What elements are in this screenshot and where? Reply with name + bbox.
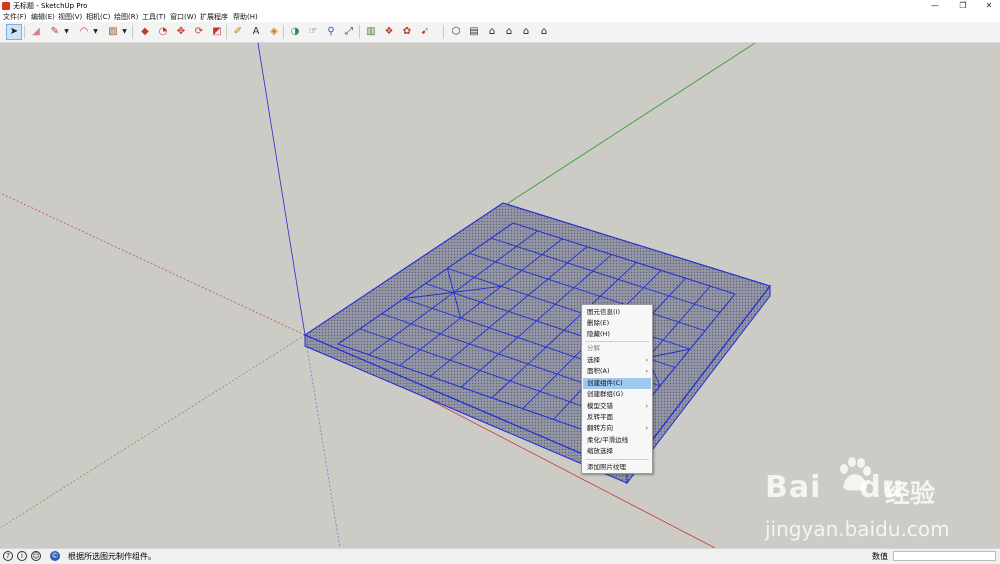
ctx-add-photo-texture[interactable]: 添加照片纹理 [583, 462, 651, 473]
window-title: 无标题 - SketchUp Pro [13, 2, 88, 10]
measurements-label: 数值 [872, 552, 888, 561]
menu-view[interactable]: 视图(V) [58, 12, 82, 22]
arc-dropdown-icon[interactable]: ▼ [92, 24, 99, 40]
green-axis-negative [0, 334, 306, 529]
menu-extensions[interactable]: 扩展程序 [200, 12, 228, 22]
share-model-icon[interactable]: ✿ [399, 24, 415, 40]
title-bar: 无标题 - SketchUp Pro — ❐ ✕ [0, 0, 1000, 12]
menu-tools[interactable]: 工具(T) [142, 12, 166, 22]
ctx-intersect-faces[interactable]: 模型交错 › [583, 401, 651, 412]
menu-file[interactable]: 文件(F) [3, 12, 27, 22]
left-view-icon[interactable]: ⌂ [536, 24, 552, 40]
pencil-icon[interactable]: ✎ [47, 24, 63, 40]
ctx-area[interactable]: 面积(A) › [583, 366, 651, 377]
paint-bucket-icon[interactable]: ◈ [266, 24, 282, 40]
toolbar-separator [24, 25, 25, 39]
submenu-arrow-icon: › [645, 357, 648, 364]
status-message: 根据所选图元制作组件。 [68, 552, 156, 561]
arc-icon[interactable]: ◠ [76, 24, 92, 40]
iso-view-icon[interactable]: ⬡ [448, 24, 464, 40]
layout-icon[interactable]: ➹ [417, 24, 433, 40]
blue-axis-positive [257, 43, 306, 336]
toolbar-separator [359, 25, 360, 39]
restore-button[interactable]: ❐ [950, 0, 976, 12]
push-pull-icon[interactable]: ◆ [137, 24, 153, 40]
ctx-reverse-faces[interactable]: 反转平面 [583, 412, 651, 423]
watermark-url: jingyan.baidu.com [765, 517, 950, 541]
text-icon[interactable]: A [248, 24, 264, 40]
orbit-icon[interactable]: ◑ [287, 24, 303, 40]
ctx-delete[interactable]: 删除(E) [583, 318, 651, 329]
ctx-entity-info[interactable]: 图元信息(I) [583, 307, 651, 318]
submenu-arrow-icon: › [645, 403, 648, 410]
menu-draw[interactable]: 绘图(R) [114, 12, 138, 22]
help-icon[interactable]: ? [3, 551, 13, 561]
close-button[interactable]: ✕ [976, 0, 1000, 12]
minimize-button[interactable]: — [922, 0, 948, 12]
menu-help[interactable]: 帮助(H) [233, 12, 258, 22]
rectangle-icon[interactable]: ▨ [105, 24, 121, 40]
tape-measure-icon[interactable]: ✐ [230, 24, 246, 40]
rectangle-dropdown-icon[interactable]: ▼ [121, 24, 128, 40]
sketchup-app-icon [2, 2, 10, 10]
pencil-dropdown-icon[interactable]: ▼ [63, 24, 70, 40]
ctx-soften-edges[interactable]: 柔化/平滑边线 [583, 435, 651, 446]
ctx-make-component[interactable]: 创建组件(C) [583, 378, 651, 389]
back-view-icon[interactable]: ⌂ [518, 24, 534, 40]
select-arrow-icon[interactable]: ➤ [6, 24, 22, 40]
submenu-arrow-icon: › [645, 425, 648, 432]
red-axis-negative [0, 192, 306, 336]
scale-icon[interactable]: ◩ [209, 24, 225, 40]
context-menu: 图元信息(I) 删除(E) 隐藏(H) 分解 选择 › 面积(A) › 创建组件(C… [581, 304, 653, 474]
ctx-select[interactable]: 选择 › [583, 355, 651, 366]
follow-me-icon[interactable]: ◔ [155, 24, 171, 40]
menu-bar: 文件(F) 编辑(E) 视图(V) 相机(C) 绘图(R) 工具(T) 窗口(W… [0, 12, 1000, 22]
front-view-icon[interactable]: ⌂ [484, 24, 500, 40]
menu-camera[interactable]: 相机(C) [86, 12, 110, 22]
toolbar-separator [132, 25, 133, 39]
user-icon[interactable]: ☺ [31, 551, 41, 561]
right-view-icon[interactable]: ⌂ [501, 24, 517, 40]
menu-window[interactable]: 窗口(W) [170, 12, 196, 22]
toolbar-separator [226, 25, 227, 39]
credits-icon[interactable]: © [50, 551, 60, 561]
top-view-icon[interactable]: ▤ [466, 24, 482, 40]
menu-edit[interactable]: 编辑(E) [31, 12, 55, 22]
move-icon[interactable]: ✥ [173, 24, 189, 40]
ctx-flip-along[interactable]: 翻转方向 › [583, 423, 651, 434]
info-icon[interactable]: i [17, 551, 27, 561]
ctx-separator [585, 459, 649, 460]
zoom-extents-icon[interactable]: ⤢ [341, 24, 357, 40]
rotate-icon[interactable]: ⟳ [191, 24, 207, 40]
baidu-jingyan-watermark: Bai du 经验 jingyan.baidu.com [765, 455, 985, 541]
toolbar-separator [283, 25, 284, 39]
blue-axis-negative [304, 334, 341, 548]
submenu-arrow-icon: › [645, 368, 648, 375]
ctx-hide[interactable]: 隐藏(H) [583, 329, 651, 340]
pan-icon[interactable]: ☞ [305, 24, 321, 40]
toolbar: ➤ ◢ ✎ ▼ ◠ ▼ ▨ ▼ ◆ ◔ ✥ ⟳ ◩ ✐ A ◈ ◑ ☞ ⚲ ⤢ … [0, 22, 1000, 43]
chessboard-model[interactable] [304, 202, 771, 485]
status-bar: ? i ☺ © 根据所选图元制作组件。 数值 [0, 548, 1000, 564]
ctx-make-group[interactable]: 创建群组(G) [583, 389, 651, 400]
paw-logo-icon [840, 457, 871, 491]
ctx-zoom-selection[interactable]: 缩放选择 [583, 446, 651, 457]
warehouse-icon[interactable]: ▥ [363, 24, 379, 40]
toolbar-separator [443, 25, 444, 39]
ctx-explode: 分解 [587, 344, 600, 352]
extension-icon[interactable]: ❖ [381, 24, 397, 40]
eraser-icon[interactable]: ◢ [28, 24, 44, 40]
ctx-separator [585, 341, 649, 342]
zoom-icon[interactable]: ⚲ [323, 24, 339, 40]
measurements-input[interactable] [893, 551, 996, 561]
watermark-cn-text: 经验 [885, 479, 936, 508]
